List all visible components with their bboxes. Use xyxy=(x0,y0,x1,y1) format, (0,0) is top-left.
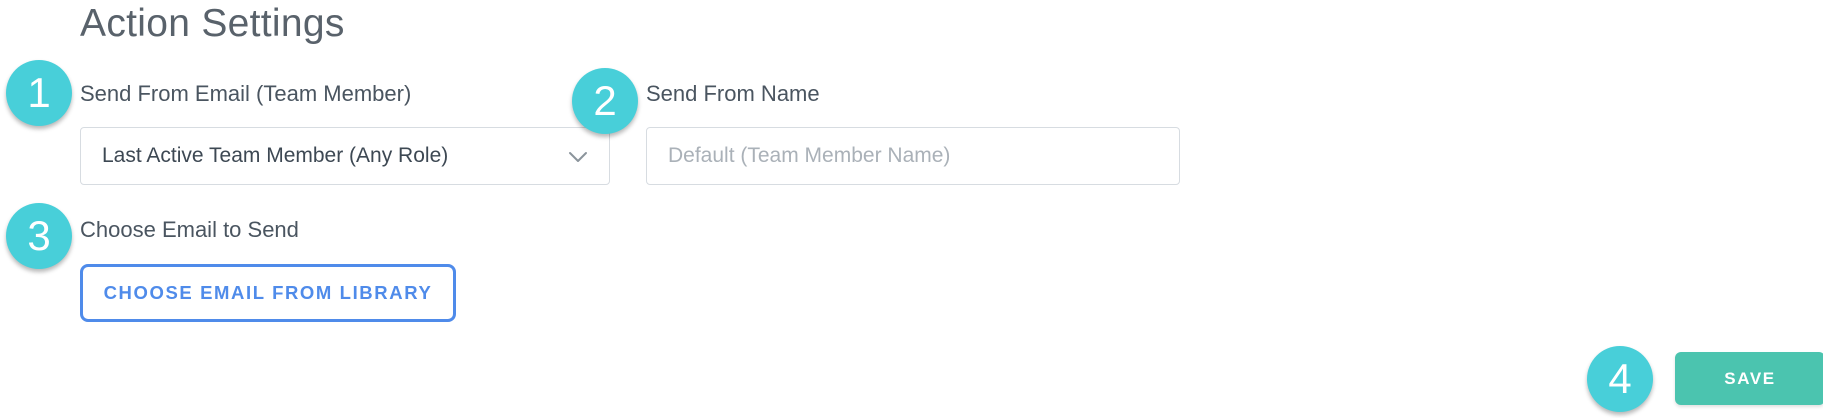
page-title: Action Settings xyxy=(80,2,345,45)
step-4-badge: 4 xyxy=(1587,346,1653,412)
step-1-badge: 1 xyxy=(6,60,72,126)
send-from-email-selected-value: Last Active Team Member (Any Role) xyxy=(102,144,449,167)
action-settings-page: Action Settings 1 Send From Email (Team … xyxy=(0,0,1823,418)
chevron-down-icon xyxy=(569,152,587,162)
send-from-name-label: Send From Name xyxy=(646,81,820,106)
choose-email-label: Choose Email to Send xyxy=(80,217,299,242)
step-3-badge: 3 xyxy=(6,203,72,269)
send-from-email-label: Send From Email (Team Member) xyxy=(80,81,412,106)
send-from-name-input[interactable] xyxy=(646,127,1180,185)
choose-email-from-library-button[interactable]: CHOOSE EMAIL FROM LIBRARY xyxy=(80,264,456,322)
step-2-badge: 2 xyxy=(572,68,638,134)
save-button[interactable]: SAVE xyxy=(1675,352,1823,405)
send-from-email-select[interactable]: Last Active Team Member (Any Role) xyxy=(80,127,610,185)
